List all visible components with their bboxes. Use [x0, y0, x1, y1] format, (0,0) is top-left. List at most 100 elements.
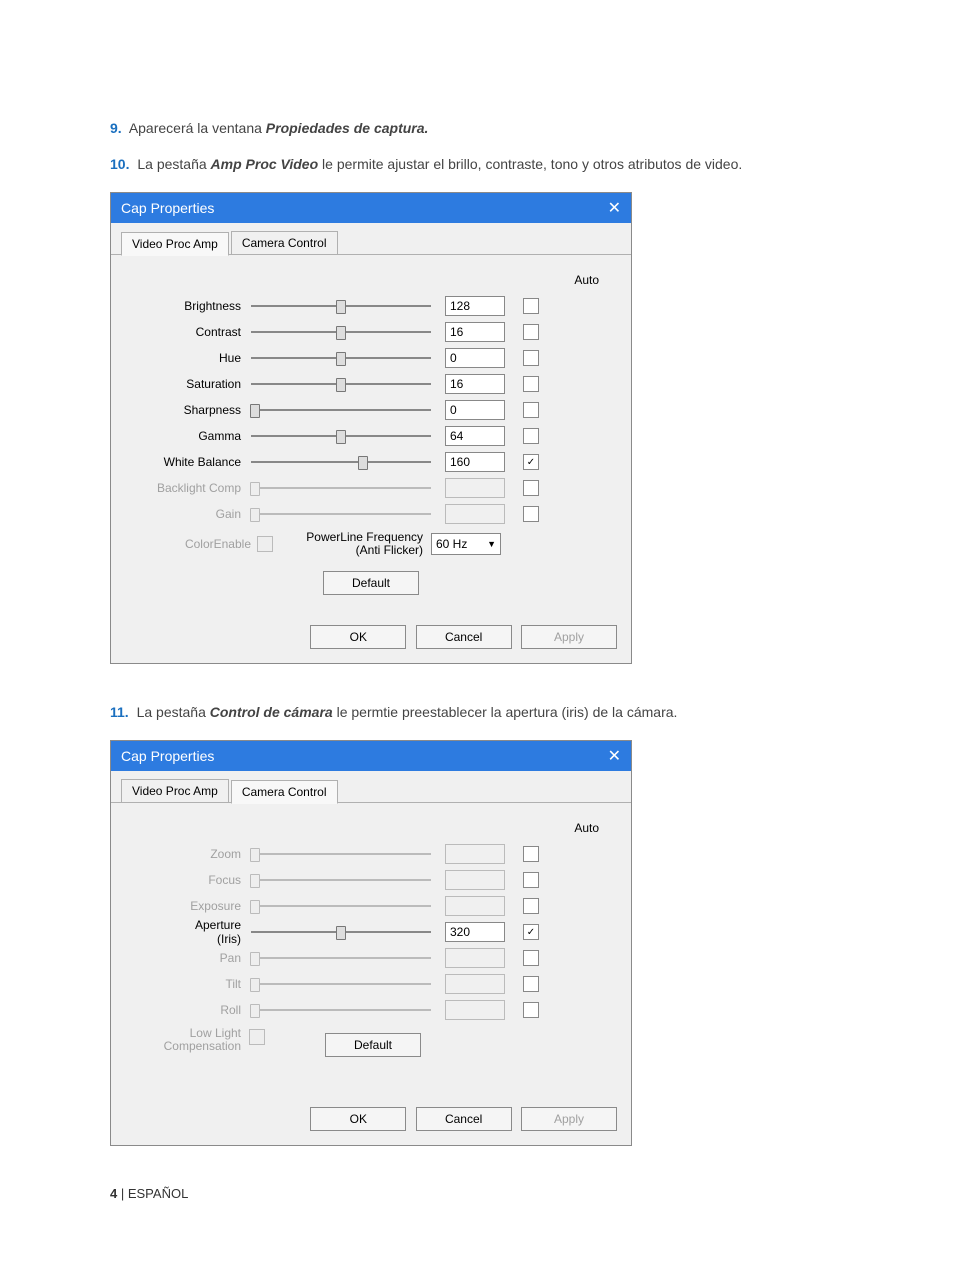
intro-line-9: 9. Aparecerá la ventana Propiedades de c… [110, 120, 844, 136]
auto-checkbox [523, 506, 539, 522]
control-row: Saturation16 [131, 371, 611, 397]
titlebar: Cap Properties ✕ [111, 741, 631, 771]
control-label: Gain [131, 507, 251, 521]
intro-line-10: 10. La pestaña Amp Proc Video le permite… [110, 156, 844, 172]
auto-checkbox [523, 846, 539, 862]
slider[interactable] [251, 409, 431, 411]
control-row: Gamma64 [131, 423, 611, 449]
control-row: Sharpness0 [131, 397, 611, 423]
auto-checkbox [523, 480, 539, 496]
control-label: Exposure [131, 899, 251, 913]
auto-checkbox[interactable] [523, 376, 539, 392]
control-row: Contrast 16 [131, 319, 611, 345]
colorenable-checkbox [257, 536, 273, 552]
close-icon[interactable]: ✕ [608, 746, 621, 766]
cancel-button[interactable]: Cancel [416, 625, 512, 649]
powerline-select[interactable]: 60 Hz ▼ [431, 533, 501, 555]
control-row: Aperture(Iris)320✓ [131, 919, 611, 945]
default-button[interactable]: Default [325, 1033, 421, 1057]
value-box [445, 478, 505, 498]
control-label: Backlight Comp [131, 481, 251, 495]
control-row: Focus [131, 867, 611, 893]
slider [251, 983, 431, 985]
tabstrip: Video Proc Amp Camera Control [111, 771, 631, 803]
ok-button[interactable]: OK [310, 625, 406, 649]
control-label: Zoom [131, 847, 251, 861]
colorenable-label: ColorEnable [171, 537, 257, 551]
cap-properties-dialog-2: Cap Properties ✕ Video Proc Amp Camera C… [110, 740, 632, 1146]
button-bar: OK Cancel Apply [111, 1097, 631, 1145]
titlebar: Cap Properties ✕ [111, 193, 631, 223]
control-label: Contrast [131, 325, 251, 339]
value-box: 64 [445, 426, 505, 446]
control-row: Pan [131, 945, 611, 971]
auto-checkbox[interactable]: ✓ [523, 454, 539, 470]
auto-header: Auto [131, 273, 611, 287]
slider[interactable] [251, 931, 431, 933]
auto-header: Auto [131, 821, 611, 835]
close-icon[interactable]: ✕ [608, 198, 621, 218]
default-button[interactable]: Default [323, 571, 419, 595]
button-bar: OK Cancel Apply [111, 615, 631, 663]
slider [251, 853, 431, 855]
control-label: Roll [131, 1003, 251, 1017]
control-label: Hue [131, 351, 251, 365]
auto-checkbox [523, 898, 539, 914]
control-label: Tilt [131, 977, 251, 991]
lowlight-checkbox [249, 1029, 265, 1045]
powerline-label: PowerLine Frequency (Anti Flicker) [293, 531, 423, 557]
value-box [445, 1000, 505, 1020]
slider [251, 905, 431, 907]
auto-checkbox [523, 1002, 539, 1018]
control-row: Brightness128 [131, 293, 611, 319]
slider[interactable] [251, 305, 431, 307]
slider[interactable] [251, 357, 431, 359]
control-row: Hue 0 [131, 345, 611, 371]
cancel-button[interactable]: Cancel [416, 1107, 512, 1131]
slider [251, 487, 431, 489]
slider[interactable] [251, 461, 431, 463]
value-box: 128 [445, 296, 505, 316]
control-label: Saturation [131, 377, 251, 391]
tab-camera-control[interactable]: Camera Control [231, 780, 338, 804]
control-label: Aperture(Iris) [131, 918, 251, 946]
slider [251, 513, 431, 515]
ok-button[interactable]: OK [310, 1107, 406, 1131]
tab-video-proc-amp[interactable]: Video Proc Amp [121, 779, 229, 802]
control-label: Pan [131, 951, 251, 965]
auto-checkbox[interactable] [523, 324, 539, 340]
auto-checkbox [523, 976, 539, 992]
auto-checkbox[interactable]: ✓ [523, 924, 539, 940]
auto-checkbox [523, 950, 539, 966]
slider [251, 957, 431, 959]
step-number: 9. [110, 120, 122, 136]
auto-checkbox[interactable] [523, 402, 539, 418]
step-number: 10. [110, 156, 129, 172]
auto-checkbox[interactable] [523, 298, 539, 314]
slider[interactable] [251, 383, 431, 385]
chevron-down-icon: ▼ [487, 539, 496, 549]
control-label: Focus [131, 873, 251, 887]
powerline-value: 60 Hz [436, 537, 467, 551]
tabstrip: Video Proc Amp Camera Control [111, 223, 631, 255]
value-box: 16 [445, 322, 505, 342]
cap-properties-dialog-1: Cap Properties ✕ Video Proc Amp Camera C… [110, 192, 632, 664]
value-box [445, 870, 505, 890]
tab-camera-control[interactable]: Camera Control [231, 231, 338, 254]
control-row: Backlight Comp [131, 475, 611, 501]
auto-checkbox[interactable] [523, 428, 539, 444]
intro-line-11: 11. La pestaña Control de cámara le perm… [110, 704, 844, 720]
slider [251, 879, 431, 881]
auto-checkbox[interactable] [523, 350, 539, 366]
tab-video-proc-amp[interactable]: Video Proc Amp [121, 232, 229, 256]
dialog-title: Cap Properties [121, 200, 214, 216]
slider[interactable] [251, 435, 431, 437]
page-footer: 4 | ESPAÑOL [110, 1186, 844, 1201]
control-row: Zoom [131, 841, 611, 867]
control-label: White Balance [131, 455, 251, 469]
dialog-title: Cap Properties [121, 748, 214, 764]
slider[interactable] [251, 331, 431, 333]
value-box [445, 504, 505, 524]
lowlight-label: Low Light Compensation [131, 1027, 249, 1053]
value-box: 0 [445, 348, 505, 368]
